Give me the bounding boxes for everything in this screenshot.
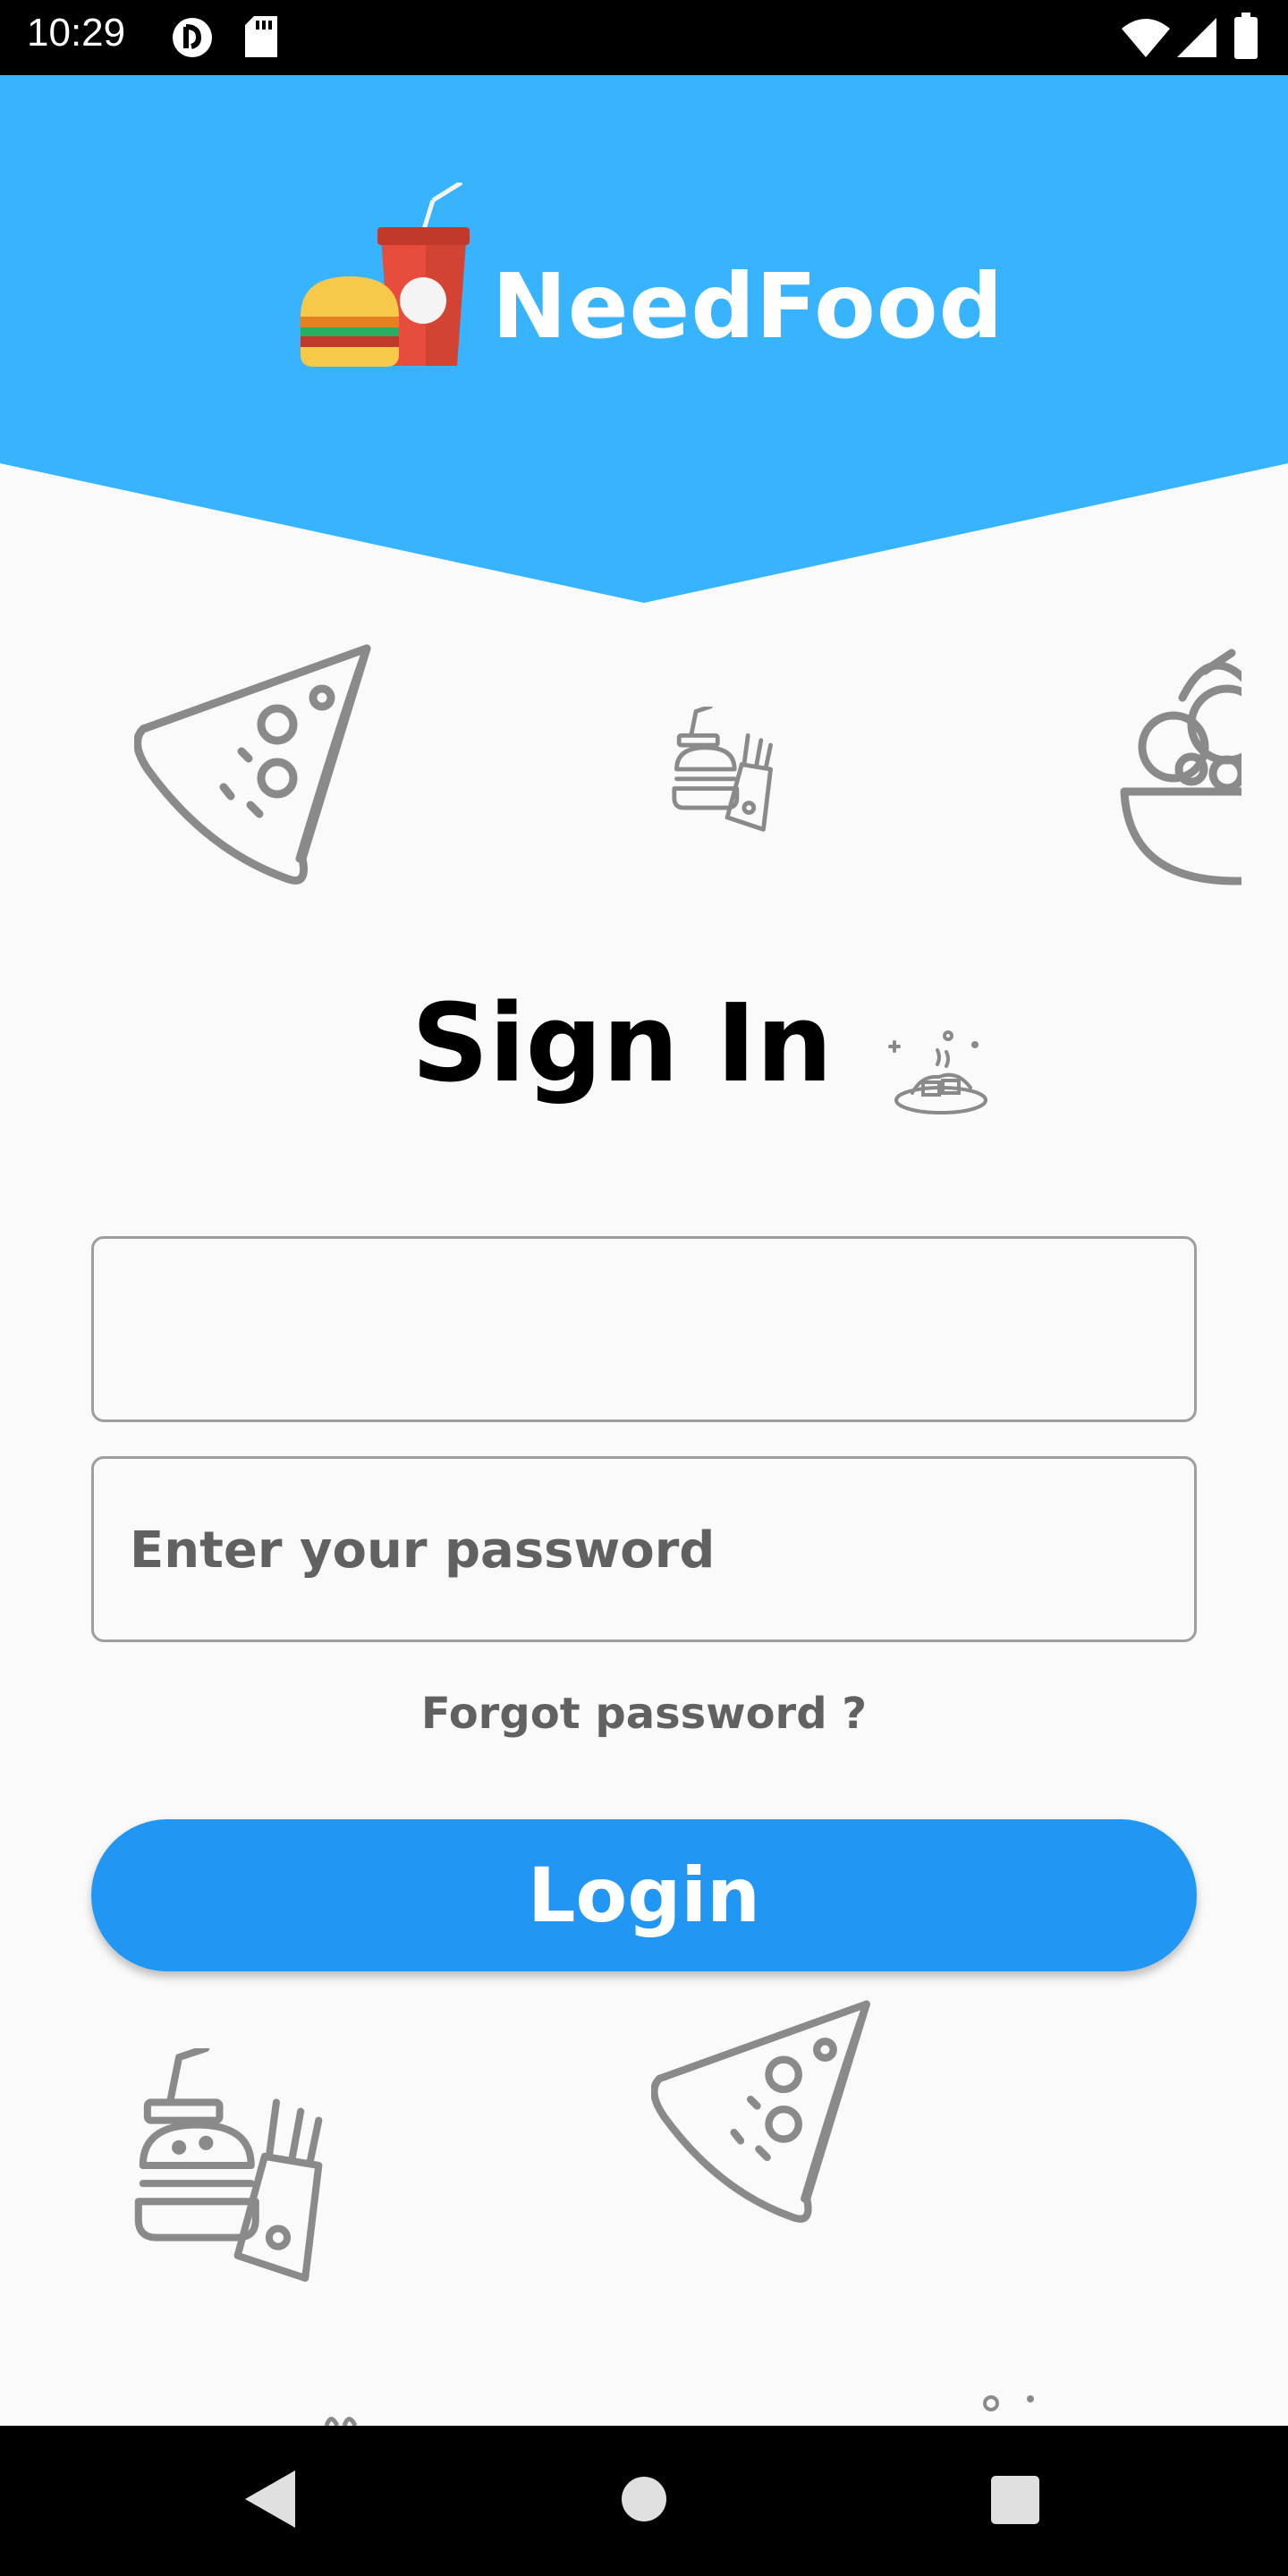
recents-icon[interactable] bbox=[991, 2476, 1039, 2528]
login-button[interactable]: Login bbox=[91, 1819, 1197, 1971]
burger-fries-icon bbox=[662, 704, 778, 835]
status-bar: 10:29 bbox=[0, 0, 1288, 75]
pizza-slice-icon bbox=[133, 644, 376, 889]
partial-dish-icon bbox=[980, 2390, 1034, 2420]
status-time: 10:29 bbox=[27, 11, 126, 55]
tracking-icon bbox=[170, 16, 215, 63]
burger-and-drink-logo bbox=[301, 180, 470, 370]
password-field[interactable]: Enter your password bbox=[91, 1456, 1197, 1642]
home-icon[interactable] bbox=[621, 2476, 667, 2526]
forgot-password-link[interactable]: Forgot password ? bbox=[0, 1689, 1288, 1739]
email-field[interactable] bbox=[91, 1236, 1197, 1422]
salad-bowl-icon bbox=[1120, 644, 1241, 886]
navigation-bar bbox=[0, 2426, 1288, 2576]
wifi-icon bbox=[1122, 18, 1170, 61]
sign-in-title: Sign In bbox=[411, 982, 833, 1106]
dish-icon bbox=[886, 1029, 988, 1126]
password-placeholder: Enter your password bbox=[130, 1521, 716, 1580]
header-banner: NeedFood bbox=[0, 75, 1288, 603]
app-name: NeedFood bbox=[492, 254, 1004, 359]
cellular-icon bbox=[1177, 18, 1216, 61]
back-icon[interactable] bbox=[245, 2470, 295, 2531]
pizza-slice-icon bbox=[650, 2000, 875, 2227]
sd-card-icon bbox=[245, 16, 277, 61]
login-button-label: Login bbox=[528, 1852, 760, 1939]
burger-fries-icon bbox=[114, 2044, 334, 2286]
battery-icon bbox=[1234, 13, 1258, 63]
